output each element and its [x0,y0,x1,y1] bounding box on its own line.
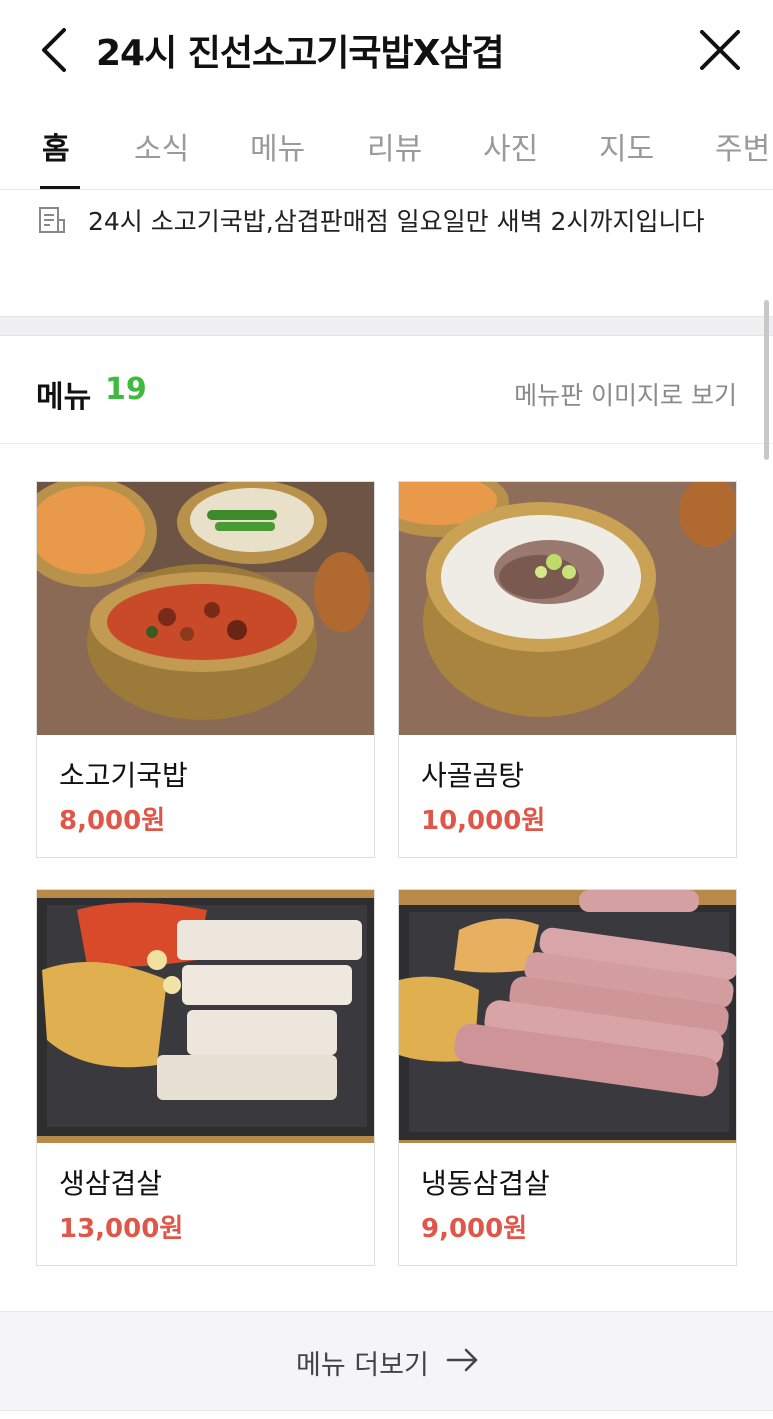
menu-item-card[interactable]: 소고기국밥 8,000원 [36,481,375,858]
menu-item-name: 생삼겹살 [59,1167,163,1200]
tab-nearby[interactable]: 주변 [715,124,770,168]
close-button[interactable] [694,24,746,76]
arrow-right-icon [446,1346,480,1378]
notice-text: 24시 소고기국밥,삼겹판매점 일요일만 새벽 2시까지입니다 [88,207,705,236]
close-icon [700,30,740,70]
tab-menu[interactable]: 메뉴 [250,124,305,168]
chevron-left-icon [42,28,66,72]
section-divider [0,316,773,336]
tab-photos[interactable]: 사진 [483,124,538,168]
menu-item-card[interactable]: 생삼겹살 13,000원 [36,889,375,1266]
more-menu-label: 메뉴 더보기 [296,1350,429,1381]
tab-bar: 홈 소식 메뉴 리뷰 사진 지도 주변 [0,100,773,190]
back-button[interactable] [34,22,78,78]
page-title: 24시 진선소고기국밥X삼겹 [96,33,505,74]
menu-item-photo [37,482,374,735]
menu-item-price: 10,000원 [421,806,546,836]
scrollbar[interactable] [764,300,769,460]
menu-item-card[interactable]: 냉동삼겹살 9,000원 [398,889,737,1266]
menu-item-price: 9,000원 [421,1214,528,1244]
document-icon [38,206,68,240]
app-header: 24시 진선소고기국밥X삼겹 [0,0,773,100]
menu-board-image-link[interactable]: 메뉴판 이미지로 보기 [514,376,737,412]
menu-item-name: 사골곰탕 [421,759,525,792]
menu-item-name: 냉동삼겹살 [421,1167,550,1200]
tab-map[interactable]: 지도 [599,124,654,168]
menu-item-photo [399,482,736,735]
menu-item-photo [37,890,374,1143]
menu-item-card[interactable]: 사골곰탕 10,000원 [398,481,737,858]
menu-title: 메뉴 [36,380,92,415]
tab-reviews[interactable]: 리뷰 [367,124,422,168]
menu-item-name: 소고기국밥 [59,759,188,792]
menu-item-price: 8,000원 [59,806,166,836]
tab-news[interactable]: 소식 [134,124,189,168]
menu-count: 19 [105,372,147,407]
menu-item-photo [399,890,736,1143]
tab-home[interactable]: 홈 [42,124,70,168]
menu-item-price: 13,000원 [59,1214,184,1244]
